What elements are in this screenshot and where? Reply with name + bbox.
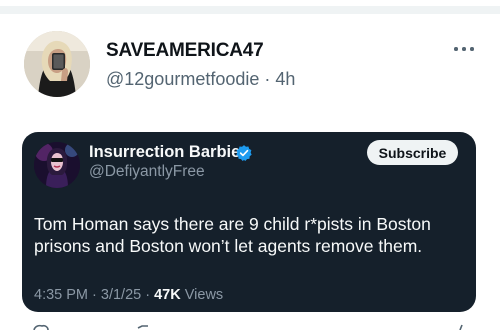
quoted-post-card[interactable]: Insurrection Barbie @DefiyantlyFree Subs… [22,132,476,312]
separator-dot: · [259,69,276,89]
more-horizontal-icon [454,47,458,51]
quote-text-line: prisons and Boston won’t let agents remo… [34,236,423,256]
quote-text: Tom Homan says there are 9 child r*pists… [34,213,464,257]
previous-post-divider [0,0,500,14]
quote-avatar-photo [34,142,80,188]
post-time[interactable]: 4h [275,69,295,89]
avatar[interactable] [24,31,90,97]
quote-display-name[interactable]: Insurrection Barbie [89,143,240,162]
more-options-button[interactable] [450,40,478,58]
separator-dot: · [141,287,155,303]
display-name[interactable]: SAVEAMERICA47 [106,40,264,62]
action-bar-partial [33,324,463,330]
handle-and-time: @12gourmetfoodie · 4h [106,69,295,90]
quote-date[interactable]: 3/1/25 [101,287,141,303]
quote-text-line: Tom Homan says there are 9 child r*pists… [34,214,431,234]
quote-time[interactable]: 4:35 PM [34,287,88,303]
user-handle[interactable]: @12gourmetfoodie [106,69,259,89]
quote-metadata: 4:35 PM · 3/1/25 · 47K Views [34,287,223,303]
quote-avatar[interactable] [34,142,80,188]
quote-handle[interactable]: @DefiyantlyFree [89,163,205,181]
views-count: 47K [154,287,181,303]
separator-dot: · [88,287,101,303]
more-horizontal-icon [462,47,466,51]
subscribe-button[interactable]: Subscribe [367,140,458,165]
views-label: Views [180,287,224,303]
verified-badge-icon [236,145,252,161]
avatar-photo [24,31,90,97]
more-horizontal-icon [470,47,474,51]
